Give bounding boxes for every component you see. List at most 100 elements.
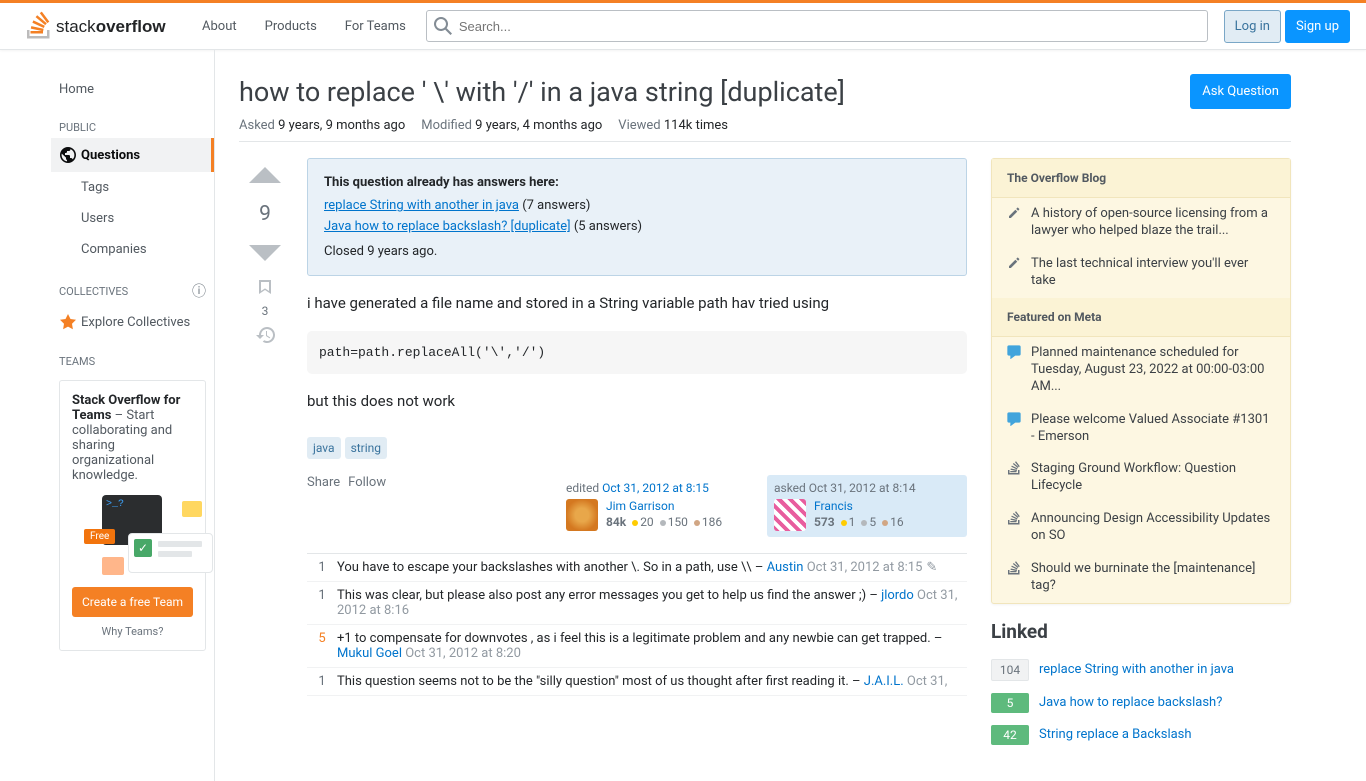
pencil-icon: [1007, 206, 1021, 220]
comments-list: 1You have to escape your backslashes wit…: [307, 553, 967, 696]
meta-item[interactable]: Please welcome Valued Associate #1301 - …: [992, 404, 1290, 454]
tag-java[interactable]: java: [307, 437, 341, 459]
comment-user[interactable]: Austin: [767, 560, 804, 575]
login-button[interactable]: Log in: [1224, 10, 1281, 43]
editor-card: edited Oct 31, 2012 at 8:15 Jim Garrison…: [559, 475, 759, 537]
meta-item[interactable]: Planned maintenance scheduled for Tuesda…: [992, 337, 1290, 404]
sidebar-companies[interactable]: Companies: [51, 234, 214, 265]
speech-icon: [1007, 412, 1021, 426]
sidebar-explore-collectives[interactable]: Explore Collectives: [51, 305, 214, 339]
nav-about[interactable]: About: [190, 13, 249, 40]
history-button[interactable]: [256, 326, 275, 344]
meta-header: Featured on Meta: [992, 298, 1290, 337]
bookmark-button[interactable]: [256, 278, 274, 296]
linked-title[interactable]: String replace a Backslash: [1039, 727, 1291, 742]
header: stackoverflow About Products For Teams L…: [0, 3, 1366, 50]
search-input[interactable]: [426, 10, 1208, 42]
pencil-icon: [1007, 256, 1021, 270]
upvote-button[interactable]: [247, 158, 283, 194]
edit-pencil-icon: ✎: [926, 560, 937, 575]
author-card: asked Oct 31, 2012 at 8:14 Francis 57315…: [767, 475, 967, 537]
sidebar-public-heading: PUBLIC: [51, 105, 214, 138]
vote-count: 9: [259, 202, 271, 226]
comment: 1This question seems not to be the "sill…: [307, 668, 967, 696]
blog-item[interactable]: The last technical interview you'll ever…: [992, 248, 1290, 298]
meta-item[interactable]: Announcing Design Accessibility Updates …: [992, 503, 1290, 553]
logo[interactable]: stackoverflow: [16, 3, 182, 49]
sidebar-tags[interactable]: Tags: [51, 172, 214, 203]
sidebar-questions[interactable]: Questions: [51, 138, 214, 172]
nav-teams[interactable]: For Teams: [333, 13, 418, 40]
right-sidebar: The Overflow Blog A history of open-sour…: [991, 158, 1291, 756]
meta-item[interactable]: Staging Ground Workflow: Question Lifecy…: [992, 453, 1290, 503]
comment-body: This was clear, but please also post any…: [337, 588, 967, 618]
comment-score: 1: [307, 674, 337, 689]
signup-button[interactable]: Sign up: [1285, 10, 1350, 43]
blog-header: The Overflow Blog: [992, 159, 1290, 198]
comment-date[interactable]: Oct 31, 2012 at 8:15: [807, 560, 923, 575]
edit-date-link[interactable]: Oct 31, 2012 at 8:15: [602, 481, 709, 495]
why-teams-link[interactable]: Why Teams?: [72, 625, 193, 638]
share-link[interactable]: Share: [307, 475, 340, 490]
comment-body: This question seems not to be the "silly…: [337, 674, 967, 689]
question-body: i have generated a file name and stored …: [307, 292, 967, 413]
editor-name[interactable]: Jim Garrison: [606, 499, 722, 513]
question-title: how to replace ' \' with '/' in a java s…: [239, 74, 1174, 110]
comment-date[interactable]: Oct 31,: [907, 674, 947, 689]
modified-meta[interactable]: Modified 9 years, 4 months ago: [421, 118, 602, 133]
star-icon: [59, 313, 77, 331]
bookmark-count: 3: [262, 304, 269, 318]
duplicate-notice: This question already has answers here: …: [307, 158, 967, 276]
speech-icon: [1007, 345, 1021, 359]
sidebar: Home PUBLIC Questions Tags Users Compani…: [51, 50, 215, 781]
comment-user[interactable]: jlordo: [881, 588, 914, 603]
linked-item[interactable]: 5 Java how to replace backslash?: [991, 693, 1291, 713]
sidebar-users[interactable]: Users: [51, 203, 214, 234]
blog-item[interactable]: A history of open-source licensing from …: [992, 198, 1290, 248]
tag-string[interactable]: string: [345, 437, 387, 459]
overflow-blog-widget: The Overflow Blog A history of open-sour…: [991, 158, 1291, 603]
teams-illustration: >_? Free ✓: [72, 495, 193, 575]
ask-question-button[interactable]: Ask Question: [1190, 74, 1291, 109]
asked-meta: Asked 9 years, 9 months ago: [239, 118, 405, 133]
comment: 1This was clear, but please also post an…: [307, 582, 967, 625]
comment-user[interactable]: J.A.I.L.: [864, 674, 904, 689]
linked-score: 5: [991, 693, 1029, 713]
comment-date[interactable]: Oct 31, 2012 at 8:16: [337, 588, 957, 618]
globe-icon: [59, 146, 77, 164]
dup-link-2[interactable]: Java how to replace backslash? [duplicat…: [324, 219, 571, 234]
linked-title[interactable]: Java how to replace backslash?: [1039, 695, 1291, 710]
meta-item[interactable]: Should we burninate the [maintenance] ta…: [992, 553, 1290, 603]
sidebar-home[interactable]: Home: [51, 74, 214, 105]
vote-column: 9 3: [239, 158, 291, 696]
comment-score: 1: [307, 560, 337, 575]
create-team-button[interactable]: Create a free Team: [72, 587, 193, 617]
comment-user[interactable]: Mukul Goel: [337, 646, 402, 661]
editor-avatar[interactable]: [566, 499, 598, 531]
sidebar-teams-heading: TEAMS: [51, 339, 214, 372]
code-block: path=path.replaceAll('\','/'): [307, 331, 967, 375]
author-name[interactable]: Francis: [814, 499, 904, 513]
comment: 5+1 to compensate for downvotes , as i f…: [307, 625, 967, 668]
linked-score: 104: [991, 659, 1029, 681]
nav-products[interactable]: Products: [253, 13, 329, 40]
search-icon: [434, 17, 452, 35]
downvote-button[interactable]: [247, 234, 283, 270]
comment-body: You have to escape your backslashes with…: [337, 560, 967, 575]
dup-link-1[interactable]: replace String with another in java: [324, 198, 519, 213]
sidebar-collectives-heading: COLLECTIVES: [59, 285, 128, 298]
teams-promo: Stack Overflow for Teams – Start collabo…: [59, 380, 206, 651]
linked-score: 42: [991, 725, 1029, 745]
linked-title[interactable]: replace String with another in java: [1039, 662, 1291, 677]
comment: 1You have to escape your backslashes wit…: [307, 554, 967, 582]
follow-link[interactable]: Follow: [348, 475, 386, 490]
comment-body: +1 to compensate for downvotes , as i fe…: [337, 631, 967, 661]
linked-item[interactable]: 104 replace String with another in java: [991, 659, 1291, 681]
info-icon[interactable]: ⓘ: [192, 281, 206, 301]
so-icon: [1007, 511, 1021, 525]
comment-score: 5: [307, 631, 337, 661]
linked-item[interactable]: 42 String replace a Backslash: [991, 725, 1291, 745]
author-avatar[interactable]: [774, 499, 806, 531]
comment-date[interactable]: Oct 31, 2012 at 8:20: [405, 646, 521, 661]
tags: java string: [307, 437, 967, 459]
